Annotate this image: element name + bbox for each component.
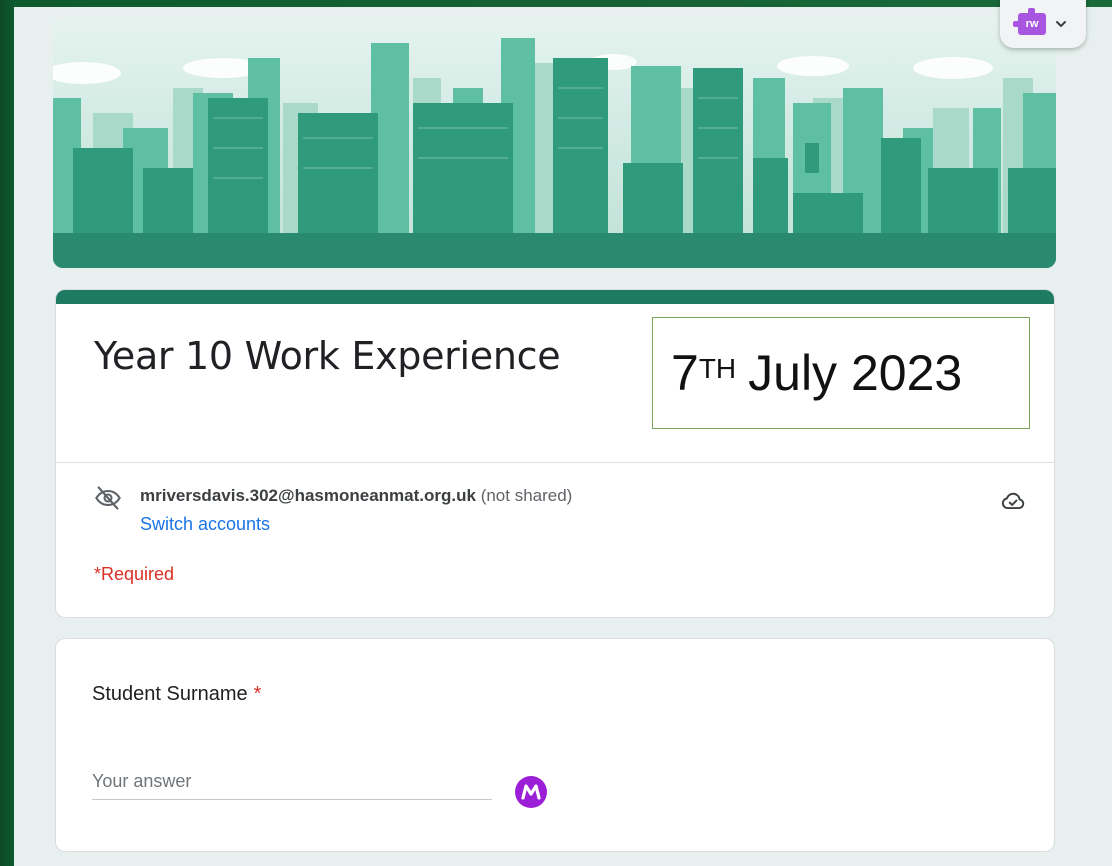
question-card-surname: Student Surname * — [55, 638, 1055, 852]
eye-off-icon — [95, 486, 121, 510]
rw-label: rw — [1025, 18, 1039, 30]
form-title-card: Year 10 Work Experience 7 TH July 2023 m… — [55, 289, 1055, 618]
date-month-year: July 2023 — [748, 345, 963, 401]
surname-answer-input[interactable] — [92, 763, 492, 800]
extension-logo-icon[interactable] — [514, 775, 548, 809]
form-title: Year 10 Work Experience — [94, 334, 561, 378]
header-banner-image — [53, 18, 1056, 268]
date-suffix: TH — [698, 353, 737, 384]
required-note: *Required — [94, 564, 175, 584]
theme-accent-bar — [56, 290, 1054, 304]
date-day: 7 — [671, 345, 699, 401]
required-star: * — [253, 683, 262, 705]
date-overlay-box: 7 TH July 2023 — [652, 317, 1030, 429]
puzzle-rw-icon: rw — [1013, 8, 1046, 35]
extension-toolbar-button[interactable]: rw — [1000, 0, 1086, 48]
question-label-text: Student Surname — [92, 683, 248, 705]
chevron-down-icon — [1056, 21, 1066, 27]
question-label: Student Surname * — [92, 683, 261, 706]
account-email: mriversdavis.302@hasmoneanmat.org.uk — [140, 486, 476, 505]
divider — [56, 462, 1054, 463]
not-shared-label: (not shared) — [480, 486, 573, 505]
cloud-saved-icon[interactable] — [1000, 488, 1026, 514]
switch-accounts-link[interactable]: Switch accounts — [140, 512, 572, 536]
account-row: mriversdavis.302@hasmoneanmat.org.uk (no… — [94, 484, 572, 536]
